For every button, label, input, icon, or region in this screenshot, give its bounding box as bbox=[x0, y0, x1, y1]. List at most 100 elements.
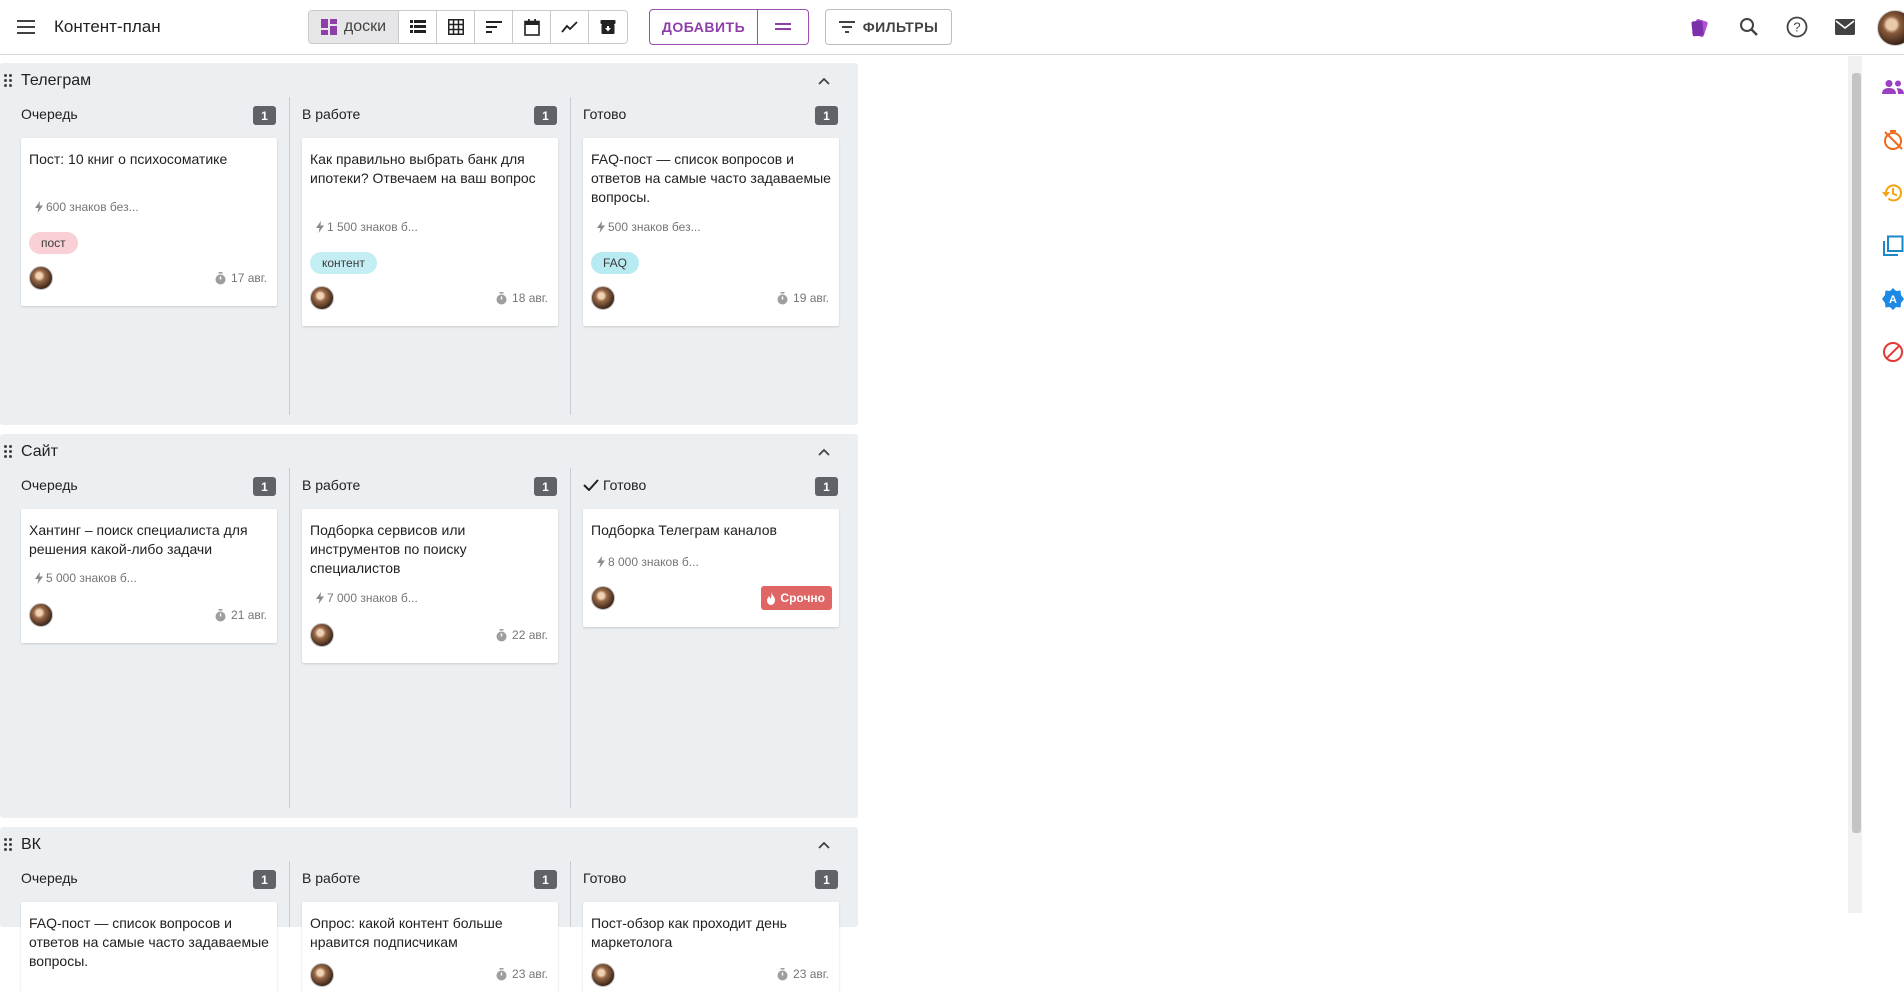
column-header: Готово 1 bbox=[562, 468, 843, 504]
card-meta: 5 000 знаков б... bbox=[35, 571, 137, 585]
task-card[interactable]: FAQ-пост — список вопросов и ответов на … bbox=[21, 902, 277, 992]
timer-icon bbox=[496, 967, 507, 980]
column-title: Очередь bbox=[21, 477, 78, 493]
cards-stack-icon[interactable] bbox=[1688, 14, 1714, 40]
svg-text:A: A bbox=[1889, 294, 1897, 306]
column-header: Очередь 1 bbox=[0, 468, 281, 504]
task-card[interactable]: Подборка сервисов или инструментов по по… bbox=[302, 509, 558, 663]
column-header: Очередь 1 bbox=[0, 97, 281, 133]
card-due-date: 17 авг. bbox=[214, 271, 267, 285]
task-card[interactable]: FAQ-пост — список вопросов и ответов на … bbox=[583, 138, 839, 326]
task-card[interactable]: Опрос: какой контент больше нравится под… bbox=[302, 902, 558, 992]
column-title: В работе bbox=[302, 870, 361, 886]
scrollbar-thumb[interactable] bbox=[1852, 73, 1861, 833]
card-meta: 500 знаков без... bbox=[597, 220, 701, 234]
drag-handle-icon[interactable] bbox=[4, 445, 14, 459]
view-list-button[interactable] bbox=[399, 11, 437, 43]
page-title: Контент-план bbox=[54, 17, 161, 36]
card-meta-text: 500 знаков без... bbox=[608, 220, 701, 234]
assignee-avatar[interactable] bbox=[591, 586, 615, 610]
assignee-avatar[interactable] bbox=[310, 963, 334, 987]
column-header: Готово 1 bbox=[562, 861, 843, 897]
card-due-date: 23 авг. bbox=[495, 967, 548, 981]
drag-handle-icon[interactable] bbox=[4, 838, 14, 852]
tag-chip[interactable]: пост bbox=[29, 232, 78, 254]
card-meta: 8 000 знаков б... bbox=[597, 555, 699, 569]
view-chart-button[interactable] bbox=[551, 11, 589, 43]
column-count-badge: 1 bbox=[534, 870, 557, 889]
timer-off-icon[interactable] bbox=[1878, 125, 1904, 155]
mail-icon[interactable] bbox=[1832, 14, 1858, 40]
view-boards-button[interactable]: доски bbox=[309, 11, 399, 43]
add-options-button[interactable] bbox=[758, 10, 808, 44]
chevron-up-icon[interactable] bbox=[814, 443, 834, 463]
user-avatar[interactable] bbox=[1877, 10, 1904, 46]
timer-icon bbox=[777, 967, 788, 980]
card-meta: 1 500 знаков б... bbox=[316, 220, 418, 234]
assignee-avatar[interactable] bbox=[591, 286, 615, 310]
verified-badge-icon[interactable]: A bbox=[1878, 284, 1904, 314]
card-due-date: 22 авг. bbox=[495, 628, 548, 642]
assignee-avatar[interactable] bbox=[310, 286, 334, 310]
sort-lines-icon bbox=[485, 21, 502, 33]
drag-handle-icon[interactable] bbox=[4, 74, 14, 88]
tag-chip[interactable]: контент bbox=[310, 252, 377, 274]
board-vk: ВК Очередь 1 FAQ-пост — список вопросов … bbox=[0, 827, 858, 992]
hamburger-menu-icon[interactable] bbox=[14, 15, 38, 39]
column-title: В работе bbox=[302, 106, 361, 122]
card-due-date: 18 авг. bbox=[495, 291, 548, 305]
people-icon[interactable] bbox=[1878, 72, 1904, 102]
card-title: FAQ-пост — список вопросов и ответов на … bbox=[591, 151, 831, 205]
workspace: Телеграм Очередь 1 Пост: 10 книг о психо… bbox=[0, 56, 1848, 992]
card-title: Подборка Телеграм каналов bbox=[591, 522, 777, 538]
view-gantt-button[interactable] bbox=[475, 11, 513, 43]
history-icon[interactable] bbox=[1878, 178, 1904, 208]
column-divider bbox=[570, 97, 571, 415]
bolt-icon bbox=[597, 556, 605, 568]
column-count-badge: 1 bbox=[253, 870, 276, 889]
assignee-avatar[interactable] bbox=[591, 963, 615, 987]
card-date-text: 19 авг. bbox=[793, 291, 829, 305]
task-card[interactable]: Пост: 10 книг о психосоматике 600 знаков… bbox=[21, 138, 277, 306]
assignee-avatar[interactable] bbox=[310, 623, 334, 647]
column-header: Очередь 1 bbox=[0, 861, 281, 897]
task-card[interactable]: Как правильно выбрать банк для ипотеки? … bbox=[302, 138, 558, 326]
chevron-up-icon[interactable] bbox=[814, 836, 834, 856]
card-title: Подборка сервисов или инструментов по по… bbox=[310, 522, 467, 576]
task-card[interactable]: Подборка Телеграм каналов 8 000 знаков б… bbox=[583, 509, 839, 627]
column-title: Очередь bbox=[21, 870, 78, 886]
card-due-date: 19 авг. bbox=[776, 291, 829, 305]
filters-button[interactable]: ФИЛЬТРЫ bbox=[825, 9, 952, 45]
view-calendar-button[interactable] bbox=[513, 11, 551, 43]
bolt-icon bbox=[35, 201, 43, 213]
assignee-avatar[interactable] bbox=[29, 266, 53, 290]
column-count-badge: 1 bbox=[534, 106, 557, 125]
board-site: Сайт Очередь 1 Хантинг – поиск специалис… bbox=[0, 434, 858, 818]
checkmark-icon bbox=[583, 479, 599, 491]
library-icon[interactable] bbox=[1878, 231, 1904, 261]
view-table-button[interactable] bbox=[437, 11, 475, 43]
task-card[interactable]: Хантинг – поиск специалиста для решения … bbox=[21, 509, 277, 643]
column-title: Готово bbox=[583, 477, 646, 493]
column-title: Очередь bbox=[21, 106, 78, 122]
timer-icon bbox=[215, 608, 226, 621]
timer-icon bbox=[496, 291, 507, 304]
block-icon[interactable] bbox=[1878, 337, 1904, 367]
column-count-badge: 1 bbox=[534, 477, 557, 496]
column-count-badge: 1 bbox=[253, 477, 276, 496]
task-card[interactable]: Пост-обзор как проходит день маркетолога… bbox=[583, 902, 839, 992]
add-button[interactable]: ДОБАВИТЬ bbox=[650, 10, 758, 44]
column-count-badge: 1 bbox=[815, 870, 838, 889]
tag-chip[interactable]: FAQ bbox=[591, 252, 640, 274]
assignee-avatar[interactable] bbox=[29, 603, 53, 627]
column-divider bbox=[289, 468, 290, 808]
card-title: FAQ-пост — список вопросов и ответов на … bbox=[29, 915, 269, 969]
card-title: Опрос: какой контент больше нравится под… bbox=[310, 915, 503, 950]
filter-icon bbox=[838, 21, 855, 33]
card-title: Как правильно выбрать банк для ипотеки? … bbox=[310, 151, 536, 186]
view-archive-button[interactable] bbox=[589, 11, 627, 43]
bolt-icon bbox=[316, 221, 324, 233]
chevron-up-icon[interactable] bbox=[814, 72, 834, 92]
search-icon[interactable] bbox=[1736, 14, 1762, 40]
help-icon[interactable]: ? bbox=[1784, 14, 1810, 40]
